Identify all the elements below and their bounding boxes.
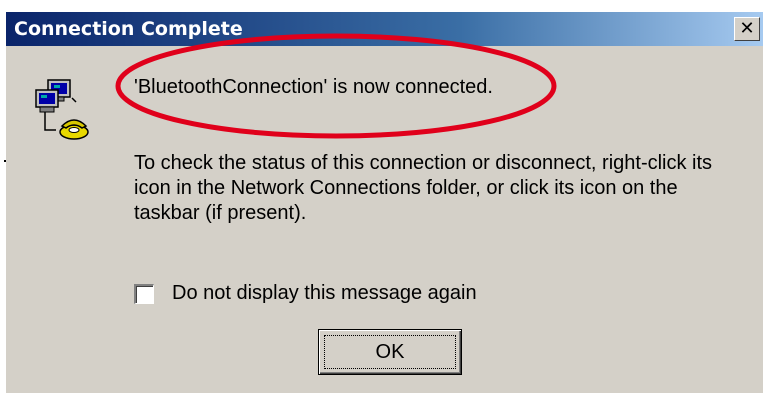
connected-message: 'BluetoothConnection' is now connected. bbox=[134, 76, 493, 98]
dont-show-again-checkbox[interactable] bbox=[134, 284, 154, 304]
cropped-background bbox=[6, 0, 763, 12]
stray-pixel bbox=[4, 160, 6, 162]
connection-complete-dialog: Connection Complete ✕ 'BluetoothConnecti… bbox=[0, 0, 763, 393]
dont-show-again-label[interactable]: Do not display this message again bbox=[172, 282, 477, 305]
ok-button[interactable]: OK bbox=[318, 329, 462, 375]
network-connection-icon bbox=[35, 79, 89, 140]
instructions-text: To check the status of this connection o… bbox=[134, 152, 713, 224]
screenshot: Connection Complete ✕ 'BluetoothConnecti… bbox=[0, 0, 763, 393]
ok-button-label: OK bbox=[375, 341, 405, 363]
close-button[interactable]: ✕ bbox=[734, 17, 760, 41]
dialog-title: Connection Complete bbox=[14, 18, 243, 40]
title-bar[interactable]: Connection Complete ✕ bbox=[6, 12, 763, 46]
cropped-left-edge bbox=[0, 0, 6, 393]
close-icon: ✕ bbox=[739, 18, 755, 39]
